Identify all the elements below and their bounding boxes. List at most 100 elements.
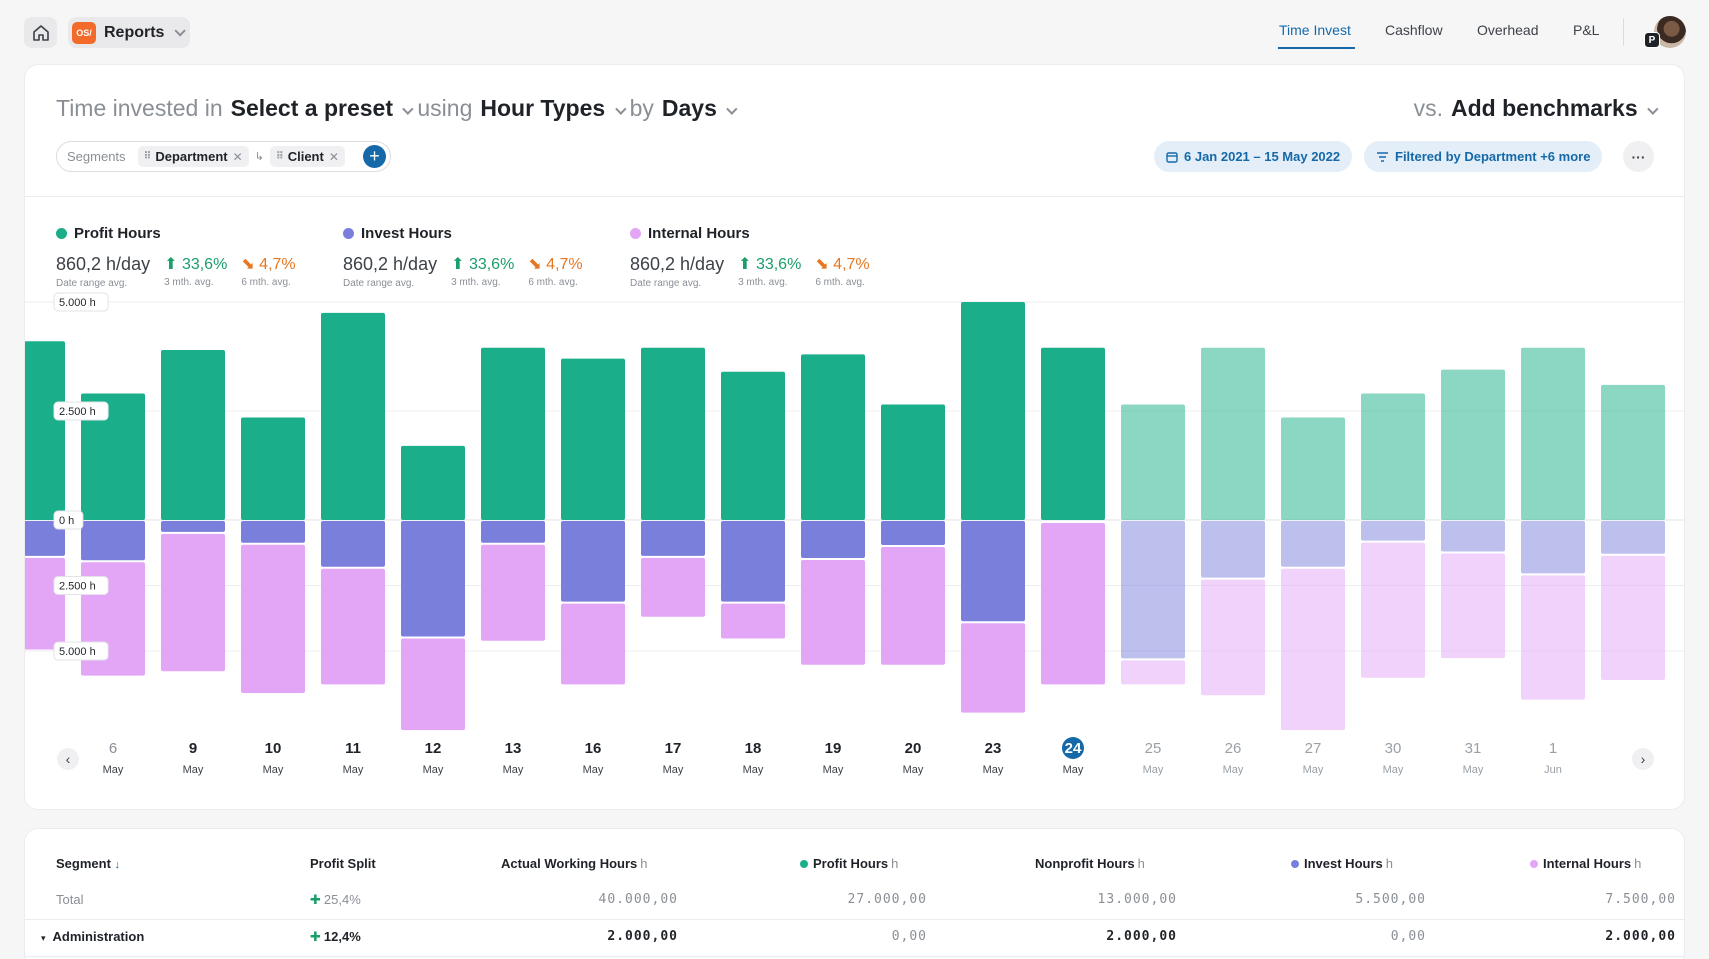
invest-bar[interactable]: [1121, 521, 1185, 659]
x-tick-day[interactable]: 16: [585, 740, 602, 757]
internal-bar[interactable]: [1041, 523, 1105, 685]
profit-bar[interactable]: [1121, 404, 1185, 520]
invest-bar[interactable]: [81, 521, 145, 561]
profit-bar[interactable]: [961, 302, 1025, 520]
internal-bar[interactable]: [721, 603, 785, 639]
invest-bar[interactable]: [1281, 521, 1345, 567]
column-header-nonprofit-hours[interactable]: Nonprofit Hours h: [1035, 856, 1145, 871]
internal-bar[interactable]: [1521, 575, 1585, 700]
internal-bar[interactable]: [321, 568, 385, 685]
invest-bar[interactable]: [801, 521, 865, 559]
internal-bar[interactable]: [241, 544, 305, 694]
invest-bar[interactable]: [1441, 521, 1505, 552]
tab-time-invest[interactable]: Time Invest: [1279, 22, 1351, 38]
x-tick-day[interactable]: 11: [345, 740, 361, 757]
internal-bar[interactable]: [1201, 579, 1265, 696]
internal-bar[interactable]: [641, 557, 705, 617]
x-tick-day[interactable]: 27: [1305, 740, 1322, 757]
column-header-internal-hours[interactable]: Internal Hours h: [1530, 856, 1641, 871]
invest-bar[interactable]: [561, 521, 625, 602]
invest-bar[interactable]: [241, 521, 305, 543]
x-tick-day[interactable]: 17: [665, 740, 682, 757]
internal-bar[interactable]: [481, 544, 545, 641]
profit-bar[interactable]: [161, 349, 225, 520]
invest-bar[interactable]: [641, 521, 705, 556]
x-tick-day[interactable]: 30: [1385, 740, 1402, 757]
x-tick-day[interactable]: 24: [1065, 740, 1082, 757]
profit-bar[interactable]: [1361, 393, 1425, 520]
x-tick-day[interactable]: 9: [189, 740, 197, 757]
profit-bar[interactable]: [1601, 384, 1665, 520]
invest-bar[interactable]: [1201, 521, 1265, 578]
profit-bar[interactable]: [801, 354, 865, 520]
tab-cashflow[interactable]: Cashflow: [1385, 22, 1443, 38]
profit-bar[interactable]: [641, 347, 705, 520]
caret-down-icon[interactable]: ▾: [41, 933, 46, 943]
x-tick-month: May: [583, 764, 604, 776]
profit-bar[interactable]: [561, 358, 625, 520]
column-header-profit-split[interactable]: Profit Split: [310, 856, 376, 871]
invest-bar[interactable]: [721, 521, 785, 602]
x-tick-day[interactable]: 19: [825, 740, 842, 757]
profit-bar[interactable]: [1441, 369, 1505, 520]
profit-bar[interactable]: [25, 341, 65, 520]
profit-bar[interactable]: [1041, 347, 1105, 520]
avatar-badge: P: [1644, 32, 1660, 48]
invest-bar[interactable]: [1361, 521, 1425, 541]
column-header-invest-hours[interactable]: Invest Hours h: [1291, 856, 1393, 871]
column-header-profit-hours[interactable]: Profit Hours h: [800, 856, 898, 871]
x-tick-day[interactable]: 13: [505, 740, 522, 757]
profit-bar[interactable]: [1201, 347, 1265, 520]
invest-bar[interactable]: [1601, 521, 1665, 554]
chevron-right-icon: ›: [1640, 751, 1646, 767]
sort-down-icon[interactable]: ↓: [115, 859, 121, 871]
invest-bar[interactable]: [881, 521, 945, 545]
profit-bar[interactable]: [321, 312, 385, 520]
previous-page-button[interactable]: ‹: [57, 748, 79, 770]
x-tick-day[interactable]: 31: [1465, 740, 1482, 757]
column-header-actual-hours[interactable]: Actual Working Hours h: [501, 856, 648, 871]
x-tick-day[interactable]: 10: [265, 740, 282, 757]
internal-bar[interactable]: [561, 603, 625, 685]
x-tick-day[interactable]: 6: [109, 740, 117, 757]
invest-bar[interactable]: [161, 521, 225, 532]
x-tick-day[interactable]: 18: [745, 740, 762, 757]
internal-bar[interactable]: [1601, 555, 1665, 680]
invest-bar[interactable]: [321, 521, 385, 567]
x-tick-day[interactable]: 1: [1549, 740, 1557, 757]
app-switcher[interactable]: OS/ Reports: [68, 17, 191, 48]
invest-bar[interactable]: [1521, 521, 1585, 574]
header-label: Invest Hours: [1304, 856, 1383, 871]
tab-overhead[interactable]: Overhead: [1477, 22, 1538, 38]
x-tick-day[interactable]: 25: [1145, 740, 1162, 757]
profit-bar[interactable]: [401, 445, 465, 520]
internal-bar[interactable]: [1361, 542, 1425, 678]
invest-bar[interactable]: [961, 521, 1025, 622]
internal-bar[interactable]: [881, 546, 945, 665]
internal-bar[interactable]: [1281, 568, 1345, 731]
tab-pl[interactable]: P&L: [1573, 22, 1599, 38]
profit-bar[interactable]: [481, 347, 545, 520]
profit-bar[interactable]: [1521, 347, 1585, 520]
internal-bar[interactable]: [961, 623, 1025, 713]
profit-bar[interactable]: [721, 371, 785, 520]
internal-bar[interactable]: [401, 638, 465, 731]
internal-bar[interactable]: [801, 560, 865, 665]
y-tick-label: 0 h: [59, 515, 74, 527]
x-tick-day[interactable]: 26: [1225, 740, 1242, 757]
column-header-segment[interactable]: Segment ↓: [56, 856, 120, 871]
internal-bar[interactable]: [1121, 660, 1185, 685]
next-page-button[interactable]: ›: [1632, 748, 1654, 770]
x-tick-day[interactable]: 23: [985, 740, 1002, 757]
x-tick-day[interactable]: 12: [425, 740, 442, 757]
invest-bar[interactable]: [401, 521, 465, 637]
x-tick-day[interactable]: 20: [905, 740, 922, 757]
profit-bar[interactable]: [241, 417, 305, 520]
profit-bar[interactable]: [1281, 417, 1345, 520]
invest-bar[interactable]: [481, 521, 545, 543]
home-button[interactable]: [24, 17, 57, 48]
internal-bar[interactable]: [25, 557, 65, 650]
profit-bar[interactable]: [881, 404, 945, 520]
internal-bar[interactable]: [161, 533, 225, 672]
internal-bar[interactable]: [1441, 553, 1505, 659]
